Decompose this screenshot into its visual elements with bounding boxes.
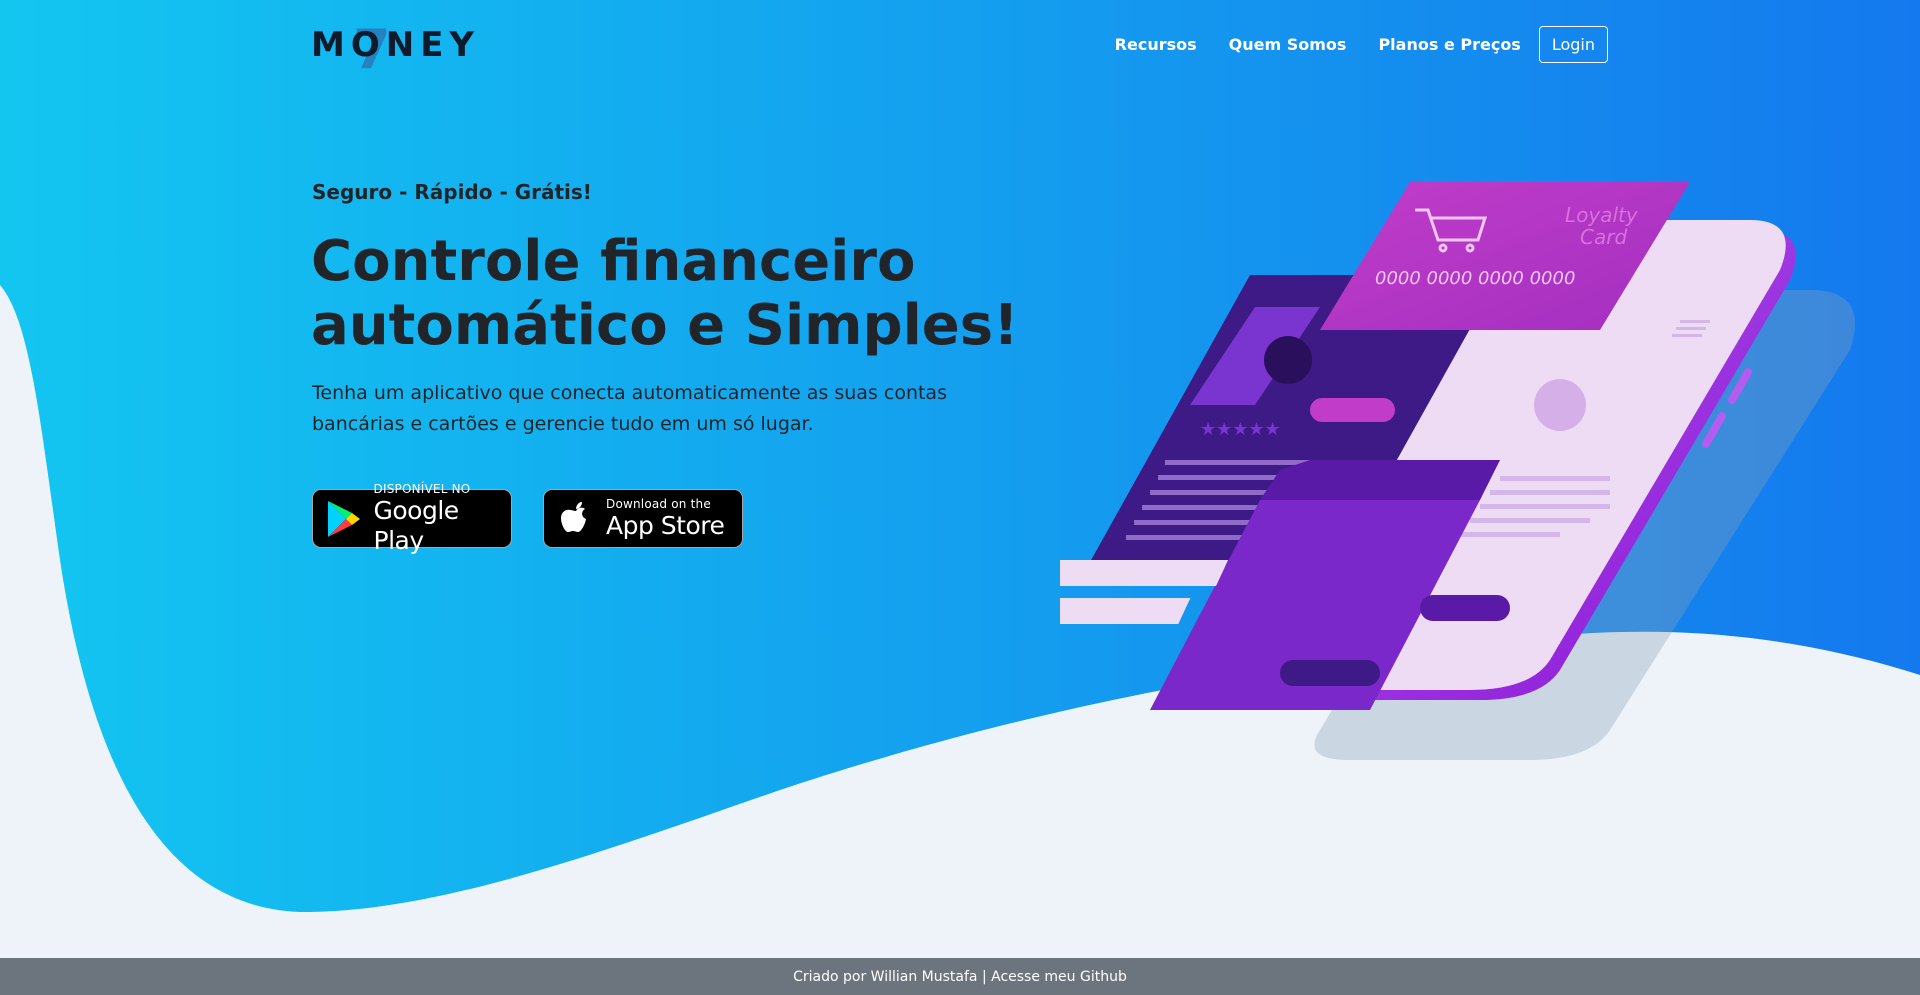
- app-store-small-label: Download on the: [606, 496, 711, 511]
- hero-tagline: Seguro - Rápido - Grátis!: [312, 180, 592, 204]
- logo-text: MONEY: [311, 25, 481, 65]
- hero-description: Tenha um aplicativo que conecta automati…: [312, 382, 947, 435]
- card-number: 0000 0000 0000 0000: [1375, 268, 1575, 289]
- navbar: 7 MONEY Recursos Quem Somos Planos e Pre…: [0, 0, 1920, 88]
- google-play-small-label: DISPONÍVEL NO: [373, 481, 471, 496]
- footer-credit-link[interactable]: Criado por Willian Mustafa | Acesse meu …: [793, 969, 1127, 985]
- apple-icon: [556, 497, 596, 541]
- nav-links: Recursos Quem Somos Planos e Preços Logi…: [1099, 25, 1608, 63]
- app-store-text: Download on the App Store: [606, 496, 725, 541]
- hero-headline: Controle financeiro automático e Simples…: [311, 230, 1031, 358]
- nav-link-recursos[interactable]: Recursos: [1099, 35, 1213, 54]
- hero-headline-line-1: Controle financeiro: [311, 229, 916, 294]
- google-play-text: DISPONÍVEL NO Google Play: [374, 482, 511, 556]
- nav-link-planos-e-precos[interactable]: Planos e Preços: [1362, 35, 1536, 54]
- card-label-2: Card: [1580, 225, 1627, 249]
- login-button[interactable]: Login: [1538, 25, 1608, 63]
- phone-app-illustration: ★★★★★ 0000 0000 0000 0000 Loyalty Card: [1060, 182, 1855, 760]
- google-play-button[interactable]: DISPONÍVEL NO Google Play: [312, 482, 512, 555]
- app-store-button[interactable]: Download on the App Store: [543, 489, 743, 548]
- card-label-1: Loyalty: [1565, 203, 1639, 227]
- hero-headline-line-2: automático e Simples!: [311, 293, 1019, 358]
- footer: Criado por Willian Mustafa | Acesse meu …: [0, 958, 1920, 995]
- google-play-big-label: Google Play: [373, 495, 460, 555]
- google-play-icon: [325, 497, 364, 541]
- nav-link-quem-somos[interactable]: Quem Somos: [1213, 35, 1363, 54]
- svg-text:★★★★★: ★★★★★: [1200, 419, 1281, 440]
- app-store-big-label: App Store: [606, 510, 725, 540]
- store-buttons: DISPONÍVEL NO Google Play Download on th…: [312, 482, 743, 555]
- brand-logo[interactable]: 7 MONEY: [311, 18, 481, 81]
